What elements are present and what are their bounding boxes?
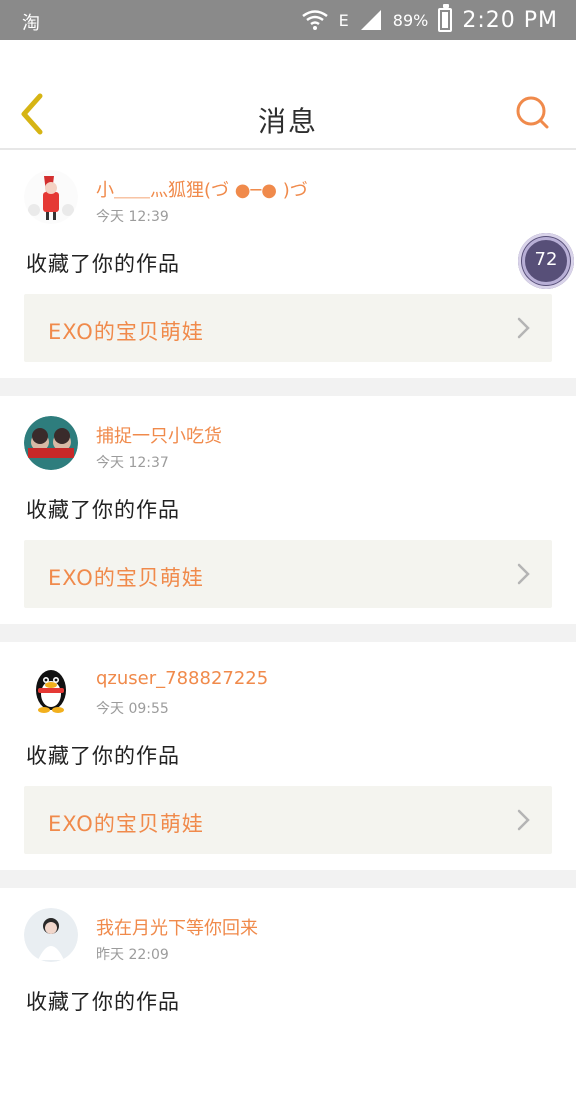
username[interactable]: 我在月光下等你回来 [96,914,258,940]
status-right: E 89% 2:20 PM [301,4,558,34]
divider [0,870,576,888]
wifi-icon [301,10,328,30]
chevron-right-icon [517,809,530,831]
timestamp: 昨天 22:09 [96,947,169,963]
avatar[interactable] [24,908,78,962]
chevron-right-icon [517,317,530,339]
app-notification-icon: 淘 [22,13,40,34]
action-text: 收藏了你的作品 [26,498,180,522]
timestamp: 今天 09:55 [96,701,169,717]
action-text: 收藏了你的作品 [26,252,180,276]
work-title: EXO的宝贝萌娃 [48,566,204,590]
clock: 2:20 PM [462,7,558,33]
work-title: EXO的宝贝萌娃 [48,320,204,344]
divider [0,378,576,396]
battery-icon [438,4,453,32]
status-bar: 淘 E 89% 2:20 PM [0,0,576,40]
avatar[interactable] [24,170,78,224]
work-card[interactable]: EXO的宝贝萌娃 [24,294,552,362]
action-text: 收藏了你的作品 [26,744,180,768]
message-item: 捕捉一只小吃货 今天 12:37 收藏了你的作品 EXO的宝贝萌娃 [0,396,576,624]
timestamp: 今天 12:39 [96,209,169,225]
message-list: 小＿＿灬狐狸(づ ●─● )づ 今天 12:39 收藏了你的作品 EXO的宝贝萌… [0,150,576,1116]
username[interactable]: 小＿＿灬狐狸(づ ●─● )づ [96,176,308,202]
chevron-right-icon [517,563,530,585]
divider [0,624,576,642]
avatar[interactable] [24,416,78,470]
battery-percent: 89% [392,10,429,30]
username[interactable]: 捕捉一只小吃货 [96,422,222,448]
search-button[interactable] [514,94,554,134]
floating-counter-badge[interactable]: 72 [518,233,574,289]
header: 消息 [0,40,576,150]
message-item: qzuser_788827225 今天 09:55 收藏了你的作品 EXO的宝贝… [0,642,576,870]
avatar[interactable] [24,662,78,716]
search-icon [516,96,549,129]
timestamp: 今天 12:37 [96,455,169,471]
username[interactable]: qzuser_788827225 [96,668,268,689]
network-type: E [338,10,349,30]
badge-value: 72 [534,249,558,270]
work-title: EXO的宝贝萌娃 [48,812,204,836]
work-card[interactable]: EXO的宝贝萌娃 [24,786,552,854]
message-item: 小＿＿灬狐狸(づ ●─● )づ 今天 12:39 收藏了你的作品 EXO的宝贝萌… [0,150,576,378]
action-text: 收藏了你的作品 [26,990,180,1014]
page-title: 消息 [257,105,318,138]
message-item: 我在月光下等你回来 昨天 22:09 收藏了你的作品 [0,888,576,1116]
work-card[interactable]: EXO的宝贝萌娃 [24,540,552,608]
signal-icon [360,10,381,30]
